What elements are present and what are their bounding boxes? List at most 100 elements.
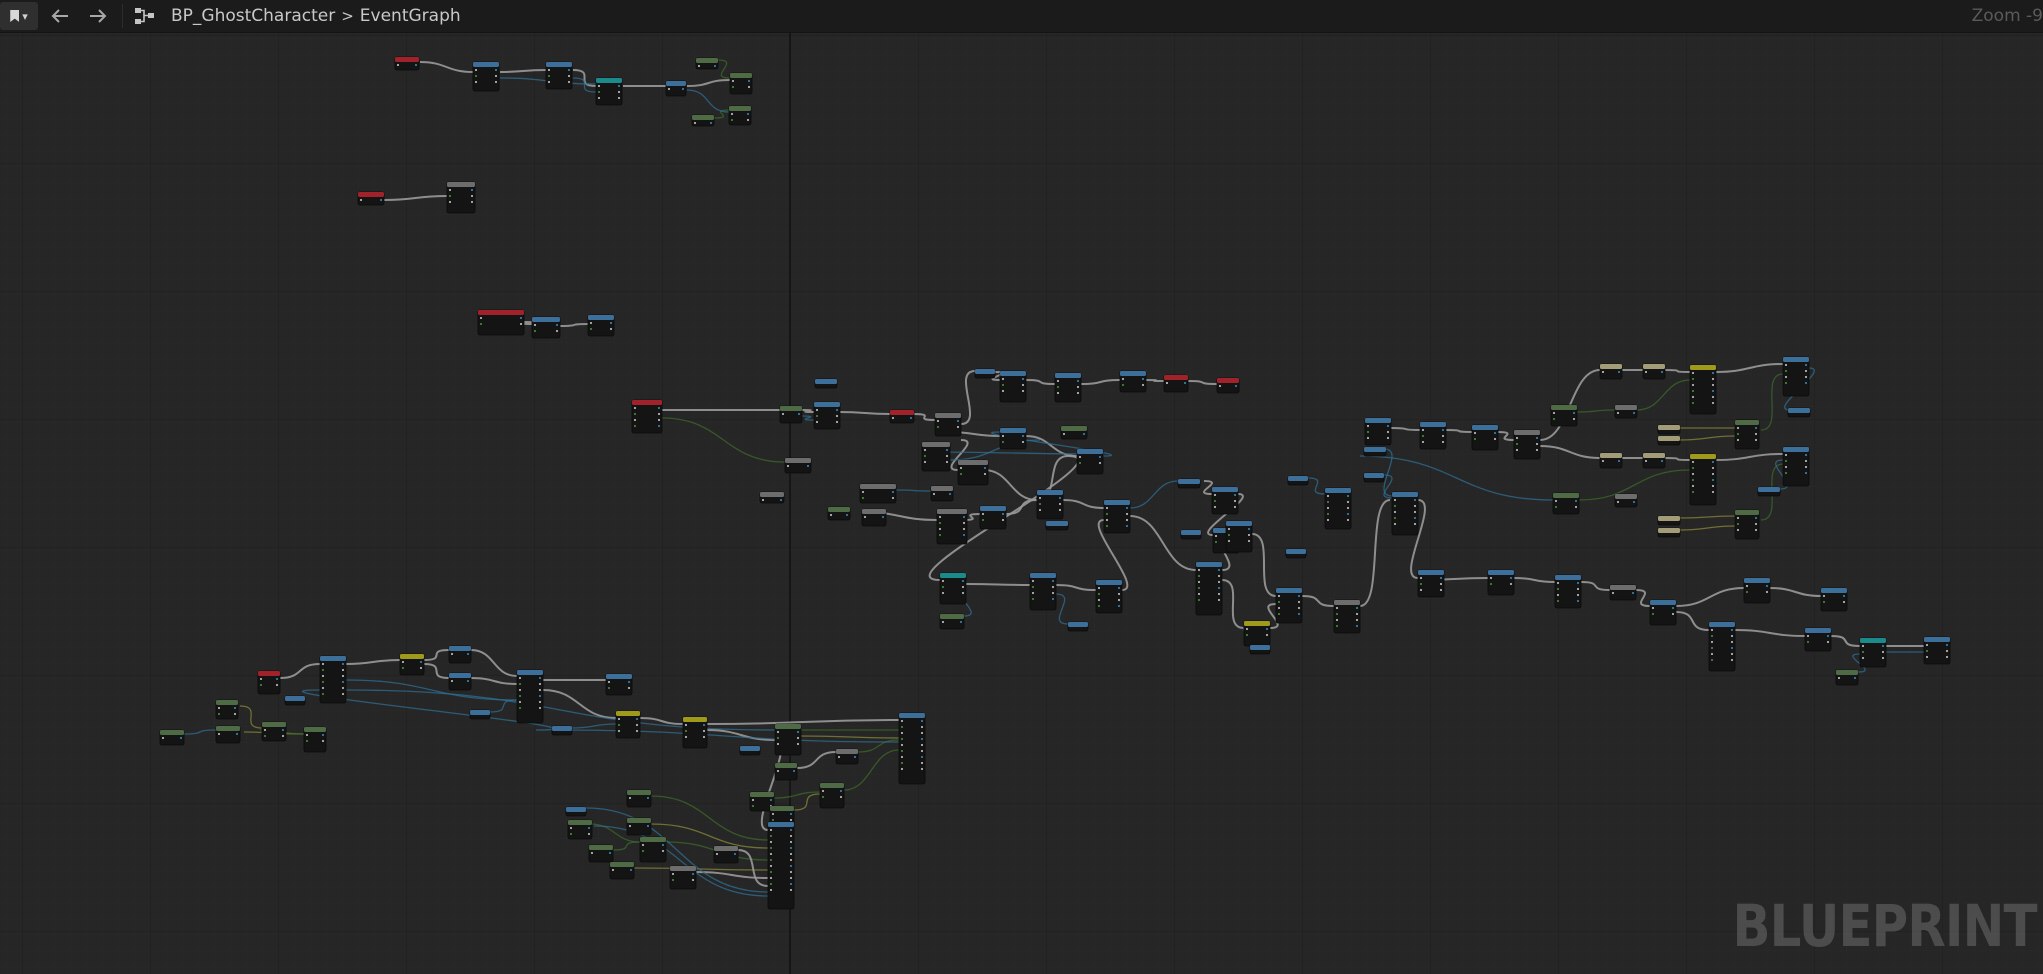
input-pin[interactable] bbox=[777, 737, 779, 739]
output-pin[interactable] bbox=[946, 455, 948, 457]
input-pin[interactable] bbox=[306, 734, 308, 736]
output-pin[interactable] bbox=[471, 189, 473, 191]
output-pin[interactable] bbox=[1536, 449, 1538, 451]
input-pin[interactable] bbox=[1645, 460, 1647, 462]
output-pin[interactable] bbox=[1440, 583, 1442, 585]
output-pin[interactable] bbox=[949, 493, 951, 495]
output-pin[interactable] bbox=[1022, 390, 1024, 392]
graph-node[interactable] bbox=[999, 427, 1027, 450]
output-pin[interactable] bbox=[1805, 454, 1807, 456]
graph-node[interactable] bbox=[357, 191, 385, 206]
input-pin[interactable] bbox=[942, 592, 944, 594]
graph-node[interactable] bbox=[665, 80, 687, 97]
graph-node[interactable] bbox=[446, 181, 476, 214]
input-pin[interactable] bbox=[694, 122, 696, 124]
input-pin[interactable] bbox=[1198, 575, 1200, 577]
input-pin[interactable] bbox=[816, 409, 818, 411]
input-pin[interactable] bbox=[1122, 378, 1124, 380]
input-pin[interactable] bbox=[1039, 503, 1041, 505]
graph-node[interactable] bbox=[1734, 509, 1760, 540]
back-button[interactable] bbox=[46, 2, 74, 30]
input-pin[interactable] bbox=[534, 330, 536, 332]
input-pin[interactable] bbox=[864, 516, 866, 518]
graph-node[interactable] bbox=[303, 726, 327, 753]
graph-node[interactable] bbox=[1471, 424, 1499, 451]
input-pin[interactable] bbox=[770, 883, 772, 885]
output-pin[interactable] bbox=[1414, 523, 1416, 525]
input-pin[interactable] bbox=[1692, 485, 1694, 487]
output-pin[interactable] bbox=[342, 669, 344, 671]
graph-node[interactable] bbox=[516, 669, 544, 724]
output-pin[interactable] bbox=[1059, 509, 1061, 511]
output-pin[interactable] bbox=[1575, 506, 1577, 508]
output-pin[interactable] bbox=[1126, 525, 1128, 527]
output-pin[interactable] bbox=[780, 499, 782, 501]
output-pin[interactable] bbox=[658, 425, 660, 427]
input-pin[interactable] bbox=[449, 195, 451, 197]
output-pin[interactable] bbox=[467, 680, 469, 682]
input-pin[interactable] bbox=[1516, 443, 1518, 445]
input-pin[interactable] bbox=[937, 420, 939, 422]
output-pin[interactable] bbox=[1755, 427, 1757, 429]
output-pin[interactable] bbox=[1052, 580, 1054, 582]
input-pin[interactable] bbox=[862, 497, 864, 499]
output-pin[interactable] bbox=[1126, 507, 1128, 509]
graph-node[interactable] bbox=[669, 865, 697, 890]
input-pin[interactable] bbox=[1692, 467, 1694, 469]
input-pin[interactable] bbox=[1198, 593, 1200, 595]
output-pin[interactable] bbox=[984, 473, 986, 475]
input-pin[interactable] bbox=[960, 467, 962, 469]
output-pin[interactable] bbox=[836, 421, 838, 423]
output-pin[interactable] bbox=[1536, 443, 1538, 445]
output-pin[interactable] bbox=[1234, 500, 1236, 502]
graph-node[interactable] bbox=[1708, 621, 1736, 672]
input-pin[interactable] bbox=[1166, 382, 1168, 384]
input-pin[interactable] bbox=[982, 513, 984, 515]
output-pin[interactable] bbox=[910, 417, 912, 419]
graph-node[interactable] bbox=[827, 506, 851, 521]
output-pin[interactable] bbox=[588, 833, 590, 835]
input-pin[interactable] bbox=[1785, 370, 1787, 372]
input-pin[interactable] bbox=[901, 750, 903, 752]
output-pin[interactable] bbox=[703, 724, 705, 726]
graph-node[interactable] bbox=[631, 399, 663, 434]
input-pin[interactable] bbox=[162, 737, 164, 739]
output-pin[interactable] bbox=[1234, 506, 1236, 508]
output-pin[interactable] bbox=[234, 713, 236, 715]
output-pin[interactable] bbox=[1755, 523, 1757, 525]
input-pin[interactable] bbox=[1785, 364, 1787, 366]
input-pin[interactable] bbox=[548, 81, 550, 83]
output-pin[interactable] bbox=[1414, 499, 1416, 501]
input-pin[interactable] bbox=[590, 322, 592, 324]
output-pin[interactable] bbox=[1805, 460, 1807, 462]
input-pin[interactable] bbox=[1278, 613, 1280, 615]
input-pin[interactable] bbox=[942, 580, 944, 582]
input-pin[interactable] bbox=[1557, 588, 1559, 590]
output-pin[interactable] bbox=[1347, 513, 1349, 515]
input-pin[interactable] bbox=[1228, 528, 1230, 530]
graph-node[interactable] bbox=[939, 613, 965, 630]
input-pin[interactable] bbox=[1785, 472, 1787, 474]
input-pin[interactable] bbox=[598, 85, 600, 87]
output-pin[interactable] bbox=[790, 883, 792, 885]
output-pin[interactable] bbox=[628, 687, 630, 689]
output-pin[interactable] bbox=[1414, 505, 1416, 507]
input-pin[interactable] bbox=[475, 69, 477, 71]
input-pin[interactable] bbox=[732, 86, 734, 88]
output-pin[interactable] bbox=[790, 819, 792, 821]
output-pin[interactable] bbox=[1440, 589, 1442, 591]
output-pin[interactable] bbox=[1843, 601, 1845, 603]
output-pin[interactable] bbox=[1298, 595, 1300, 597]
input-pin[interactable] bbox=[1246, 634, 1248, 636]
input-pin[interactable] bbox=[1079, 462, 1081, 464]
output-pin[interactable] bbox=[1442, 429, 1444, 431]
input-pin[interactable] bbox=[1617, 412, 1619, 414]
output-pin[interactable] bbox=[1218, 587, 1220, 589]
input-pin[interactable] bbox=[901, 756, 903, 758]
input-pin[interactable] bbox=[1737, 427, 1739, 429]
input-pin[interactable] bbox=[1079, 456, 1081, 458]
output-pin[interactable] bbox=[1755, 433, 1757, 435]
output-pin[interactable] bbox=[1712, 479, 1714, 481]
input-pin[interactable] bbox=[1336, 613, 1338, 615]
graph-node[interactable] bbox=[1554, 574, 1582, 609]
